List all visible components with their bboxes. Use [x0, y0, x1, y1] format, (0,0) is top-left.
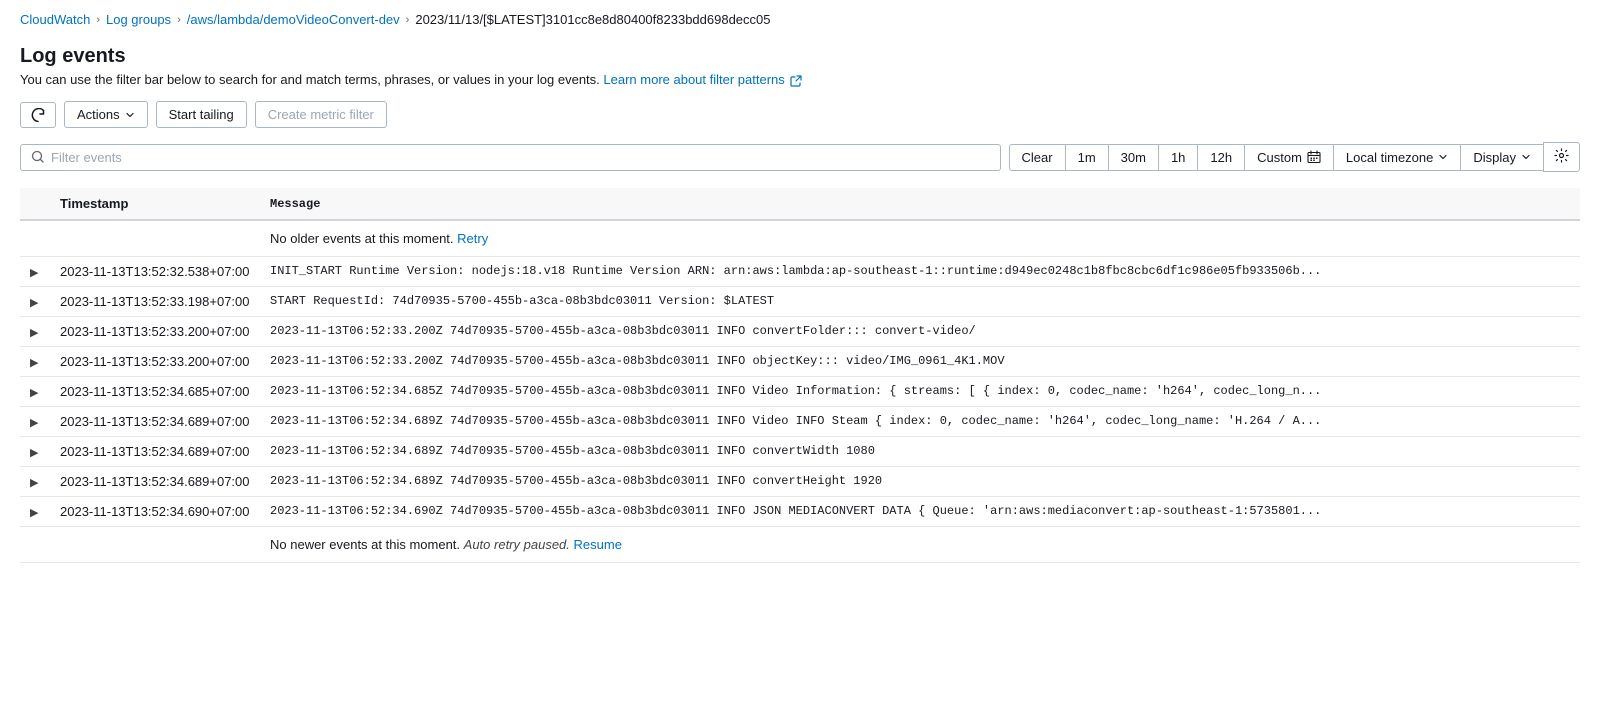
- search-icon: [31, 150, 45, 164]
- message-cell: 2023-11-13T06:52:34.690Z 74d70935-5700-4…: [260, 497, 1580, 527]
- log-events-table: Timestamp Message No older events at thi…: [20, 188, 1580, 563]
- table-row: ▶ 2023-11-13T13:52:34.689+07:002023-11-13…: [20, 467, 1580, 497]
- message-cell: 2023-11-13T06:52:34.685Z 74d70935-5700-4…: [260, 377, 1580, 407]
- gear-icon: [1554, 148, 1569, 163]
- no-newer-events-text: No newer events at this moment.: [270, 537, 460, 552]
- settings-button[interactable]: [1543, 142, 1580, 172]
- table-row: ▶ 2023-11-13T13:52:34.689+07:002023-11-13…: [20, 437, 1580, 467]
- no-newer-events-cell: No newer events at this moment. Auto ret…: [260, 527, 1580, 563]
- col-header-expand: [20, 188, 50, 220]
- timestamp-cell: 2023-11-13T13:52:34.685+07:00: [50, 377, 260, 407]
- col-header-timestamp: Timestamp: [50, 188, 260, 220]
- breadcrumb-sep-3: ›: [406, 14, 410, 26]
- table-row: ▶ 2023-11-13T13:52:33.200+07:002023-11-13…: [20, 317, 1580, 347]
- expand-arrow-icon[interactable]: ▶: [30, 326, 38, 339]
- filter-input-container: [20, 144, 1001, 171]
- table-row: ▶ 2023-11-13T13:52:34.690+07:002023-11-13…: [20, 497, 1580, 527]
- table-row: ▶ 2023-11-13T13:52:32.538+07:00INIT_START…: [20, 257, 1580, 287]
- calendar-icon: [1307, 150, 1321, 164]
- timezone-chevron-icon: [1438, 152, 1448, 162]
- message-cell: 2023-11-13T06:52:34.689Z 74d70935-5700-4…: [260, 467, 1580, 497]
- timestamp-cell: 2023-11-13T13:52:32.538+07:00: [50, 257, 260, 287]
- expand-arrow-icon[interactable]: ▶: [30, 296, 38, 309]
- start-tailing-button[interactable]: Start tailing: [156, 101, 247, 128]
- external-link-icon: [790, 75, 802, 87]
- retry-link[interactable]: Retry: [457, 231, 488, 246]
- message-cell: 2023-11-13T06:52:33.200Z 74d70935-5700-4…: [260, 317, 1580, 347]
- display-button[interactable]: Display: [1460, 144, 1543, 171]
- timestamp-cell: 2023-11-13T13:52:33.200+07:00: [50, 317, 260, 347]
- no-older-events-cell: No older events at this moment. Retry: [260, 220, 1580, 257]
- breadcrumb-log-groups[interactable]: Log groups: [106, 12, 171, 27]
- filter-events-input[interactable]: [51, 150, 990, 165]
- page-wrapper: CloudWatch › Log groups › /aws/lambda/de…: [0, 0, 1600, 712]
- display-chevron-icon: [1521, 152, 1531, 162]
- table-row: ▶ 2023-11-13T13:52:33.200+07:002023-11-13…: [20, 347, 1580, 377]
- create-metric-filter-button[interactable]: Create metric filter: [255, 101, 387, 128]
- breadcrumb-sep-1: ›: [96, 14, 100, 26]
- message-cell: INIT_START Runtime Version: nodejs:18.v1…: [260, 257, 1580, 287]
- refresh-icon: [31, 108, 45, 122]
- expand-arrow-icon[interactable]: ▶: [30, 266, 38, 279]
- expand-arrow-icon[interactable]: ▶: [30, 476, 38, 489]
- auto-retry-text: Auto retry paused.: [464, 537, 570, 552]
- breadcrumb: CloudWatch › Log groups › /aws/lambda/de…: [0, 0, 1600, 35]
- learn-more-link[interactable]: Learn more about filter patterns: [603, 72, 784, 87]
- breadcrumb-cloudwatch[interactable]: CloudWatch: [20, 12, 90, 27]
- refresh-button[interactable]: [20, 102, 56, 128]
- breadcrumb-current: 2023/11/13/[$LATEST]3101cc8e8d80400f8233…: [415, 12, 770, 27]
- expand-arrow-icon[interactable]: ▶: [30, 506, 38, 519]
- table-row: ▶ 2023-11-13T13:52:33.198+07:00START Requ…: [20, 287, 1580, 317]
- filter-bar: Clear 1m 30m 1h 12h Custom: [20, 142, 1580, 172]
- timestamp-cell: 2023-11-13T13:52:33.198+07:00: [50, 287, 260, 317]
- message-cell: 2023-11-13T06:52:33.200Z 74d70935-5700-4…: [260, 347, 1580, 377]
- actions-chevron-icon: [125, 110, 135, 120]
- clear-button[interactable]: Clear: [1009, 144, 1065, 171]
- breadcrumb-lambda[interactable]: /aws/lambda/demoVideoConvert-dev: [187, 12, 400, 27]
- message-cell: 2023-11-13T06:52:34.689Z 74d70935-5700-4…: [260, 407, 1580, 437]
- breadcrumb-sep-2: ›: [177, 14, 181, 26]
- main-content: Log events You can use the filter bar be…: [0, 35, 1600, 583]
- page-title: Log events: [20, 45, 1580, 68]
- table-header-row: Timestamp Message: [20, 188, 1580, 220]
- timezone-button[interactable]: Local timezone: [1333, 144, 1460, 171]
- timestamp-cell: 2023-11-13T13:52:34.690+07:00: [50, 497, 260, 527]
- no-older-events-row: No older events at this moment. Retry: [20, 220, 1580, 257]
- timestamp-cell: 2023-11-13T13:52:34.689+07:00: [50, 467, 260, 497]
- expand-arrow-icon[interactable]: ▶: [30, 386, 38, 399]
- message-cell: START RequestId: 74d70935-5700-455b-a3ca…: [260, 287, 1580, 317]
- col-header-message: Message: [260, 188, 1580, 220]
- timestamp-cell: 2023-11-13T13:52:34.689+07:00: [50, 407, 260, 437]
- expand-arrow-icon[interactable]: ▶: [30, 446, 38, 459]
- actions-button[interactable]: Actions: [64, 101, 148, 128]
- time-30m-button[interactable]: 30m: [1108, 144, 1158, 171]
- toolbar: Actions Start tailing Create metric filt…: [20, 101, 1580, 128]
- resume-link[interactable]: Resume: [574, 537, 622, 552]
- page-description: You can use the filter bar below to sear…: [20, 72, 1580, 87]
- time-1h-button[interactable]: 1h: [1158, 144, 1197, 171]
- custom-time-button[interactable]: Custom: [1244, 144, 1333, 171]
- table-row: ▶ 2023-11-13T13:52:34.685+07:002023-11-13…: [20, 377, 1580, 407]
- timestamp-cell: 2023-11-13T13:52:34.689+07:00: [50, 437, 260, 467]
- time-buttons: Clear 1m 30m 1h 12h Custom: [1009, 142, 1580, 172]
- time-12h-button[interactable]: 12h: [1197, 144, 1244, 171]
- table-row: ▶ 2023-11-13T13:52:34.689+07:002023-11-13…: [20, 407, 1580, 437]
- expand-arrow-icon[interactable]: ▶: [30, 356, 38, 369]
- expand-arrow-icon[interactable]: ▶: [30, 416, 38, 429]
- time-1m-button[interactable]: 1m: [1065, 144, 1108, 171]
- timestamp-cell: 2023-11-13T13:52:33.200+07:00: [50, 347, 260, 377]
- message-cell: 2023-11-13T06:52:34.689Z 74d70935-5700-4…: [260, 437, 1580, 467]
- no-newer-events-row: No newer events at this moment. Auto ret…: [20, 527, 1580, 563]
